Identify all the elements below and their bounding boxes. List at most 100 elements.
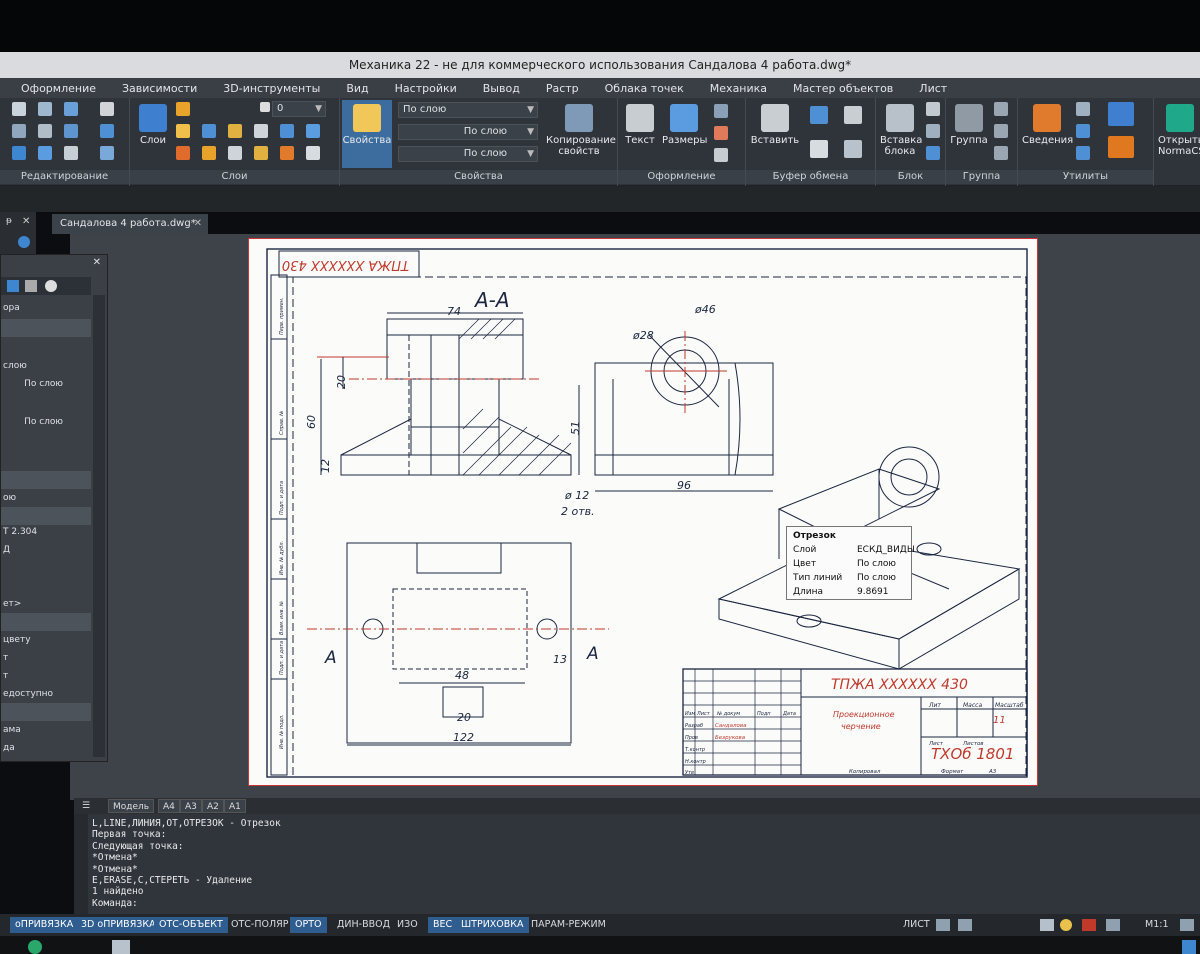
app-icon[interactable] bbox=[112, 940, 130, 954]
toggle-dyn-input[interactable]: ДИН-ВВОД bbox=[332, 917, 395, 933]
offset-icon[interactable] bbox=[38, 146, 52, 160]
select-icon[interactable] bbox=[1076, 102, 1090, 116]
table-icon[interactable] bbox=[714, 148, 728, 162]
prop-row[interactable]: т bbox=[1, 649, 91, 667]
scale-icon[interactable] bbox=[100, 124, 114, 138]
drawing-sheet[interactable]: ТПЖА XXXXXX 430 А-А 74 20 60 12 ø28 ø46 … bbox=[248, 238, 1038, 786]
group-edit-icon[interactable] bbox=[994, 124, 1008, 138]
mirror-icon[interactable] bbox=[38, 124, 52, 138]
quick-select-icon[interactable] bbox=[1108, 102, 1134, 126]
text-button[interactable]: Текст bbox=[622, 104, 658, 146]
menu-item[interactable]: 3D-инструменты bbox=[210, 82, 333, 95]
grid-icon[interactable] bbox=[936, 919, 950, 931]
layer-delete-icon[interactable] bbox=[280, 146, 294, 160]
flag-icon[interactable] bbox=[1082, 919, 1096, 931]
markup-icon[interactable] bbox=[714, 126, 728, 140]
prop-row[interactable]: ора bbox=[1, 299, 91, 317]
group-button[interactable]: Группа bbox=[950, 104, 988, 146]
help-icon[interactable] bbox=[18, 236, 30, 248]
annotation-icon[interactable] bbox=[1040, 919, 1054, 931]
menu-item[interactable]: Облака точек bbox=[592, 82, 697, 95]
rotate-icon[interactable] bbox=[38, 102, 52, 116]
open-normacs-button[interactable]: Открыть NormaCS bbox=[1158, 104, 1200, 157]
linetype-select[interactable]: По слою ▼ bbox=[398, 124, 538, 140]
layout-tab-a4[interactable]: А4 bbox=[158, 799, 180, 813]
stretch-icon[interactable] bbox=[12, 146, 26, 160]
snap-icon[interactable] bbox=[958, 919, 972, 931]
lock-icon[interactable] bbox=[228, 124, 242, 138]
properties-panel[interactable]: ✕ ора слою По слою По слою ою Т 2.304 Д … bbox=[0, 254, 108, 762]
layout-tab-a2[interactable]: А2 bbox=[202, 799, 224, 813]
copy-base-icon[interactable] bbox=[844, 140, 862, 158]
toggle-ortho[interactable]: ОРТО bbox=[290, 917, 327, 933]
close-icon[interactable]: ✕ bbox=[22, 216, 30, 227]
cut-icon[interactable] bbox=[810, 106, 828, 124]
quick-select-icon[interactable] bbox=[25, 280, 37, 292]
leader-icon[interactable] bbox=[714, 104, 728, 118]
layers-button[interactable]: Слои bbox=[136, 104, 170, 146]
block-edit-icon[interactable] bbox=[926, 124, 940, 138]
layer-off-icon[interactable] bbox=[176, 146, 190, 160]
toggle-param-mode[interactable]: ПАРАМ-РЕЖИМ bbox=[526, 917, 611, 933]
prop-row[interactable]: цвету bbox=[1, 631, 91, 649]
lightbulb-icon[interactable] bbox=[1060, 919, 1072, 931]
array-icon[interactable] bbox=[64, 146, 78, 160]
menu-item[interactable]: Вид bbox=[333, 82, 381, 95]
prop-row[interactable] bbox=[1, 395, 91, 413]
workspace-icon[interactable] bbox=[1106, 919, 1120, 931]
document-tab[interactable]: Сандалова 4 работа.dwg* ✕ bbox=[52, 214, 208, 234]
prop-row[interactable]: т bbox=[1, 667, 91, 685]
menu-item[interactable]: Мастер объектов bbox=[780, 82, 906, 95]
toggle-osnap[interactable]: оПРИВЯЗКА bbox=[10, 917, 79, 933]
color-select[interactable]: По слою ▼ bbox=[398, 102, 538, 118]
layout-tab-a3[interactable]: А3 bbox=[180, 799, 202, 813]
toggle-3d-osnap[interactable]: 3D оПРИВЯЗКА bbox=[76, 917, 161, 933]
purge-icon[interactable] bbox=[1108, 136, 1134, 158]
attribute-icon[interactable] bbox=[926, 146, 940, 160]
layout-menu-icon[interactable]: ☰ bbox=[78, 799, 95, 813]
scale-indicator[interactable]: M1:1 bbox=[1140, 917, 1174, 933]
prop-row[interactable]: слою bbox=[1, 357, 91, 375]
toggle-iso[interactable]: ИЗО bbox=[392, 917, 423, 933]
layout-tab-model[interactable]: Модель bbox=[108, 799, 155, 813]
copy-link-icon[interactable] bbox=[844, 106, 862, 124]
copy-icon[interactable] bbox=[12, 124, 26, 138]
command-prompt[interactable]: Команда: bbox=[92, 898, 1200, 909]
layer-state-icon[interactable] bbox=[202, 124, 216, 138]
prop-row[interactable]: да bbox=[1, 739, 91, 757]
prop-row[interactable]: едоступно bbox=[1, 685, 91, 703]
copy-properties-button[interactable]: Копирование свойств bbox=[546, 104, 616, 157]
eye-icon[interactable] bbox=[306, 146, 320, 160]
dimensions-button[interactable]: Размеры bbox=[662, 104, 707, 146]
layer-match-icon[interactable] bbox=[306, 124, 320, 138]
prop-row[interactable]: По слою bbox=[1, 413, 91, 431]
panel-scrollbar[interactable] bbox=[93, 295, 105, 757]
prop-row[interactable]: Д bbox=[1, 541, 91, 559]
toggle-lineweight[interactable]: ВЕС bbox=[428, 917, 458, 933]
command-line[interactable]: L,LINE,ЛИНИЯ,ОТ,ОТРЕЗОК - Отрезок Первая… bbox=[74, 814, 1200, 914]
menu-item[interactable]: Лист bbox=[906, 82, 960, 95]
properties-button[interactable]: Свойства bbox=[342, 100, 392, 168]
toggle-hatch[interactable]: ШТРИХОВКА bbox=[456, 917, 529, 933]
select-objects-icon[interactable] bbox=[7, 280, 19, 292]
prop-row[interactable]: ама bbox=[1, 721, 91, 739]
layer-select[interactable]: 0 ▼ bbox=[272, 101, 326, 117]
cursor-icon[interactable] bbox=[1076, 124, 1090, 138]
prop-row[interactable]: По слою bbox=[1, 375, 91, 393]
menu-item[interactable]: Вывод bbox=[470, 82, 533, 95]
lineweight-select[interactable]: По слою ▼ bbox=[398, 146, 538, 162]
close-tab-icon[interactable]: ✕ bbox=[194, 214, 202, 234]
toggle-otrack[interactable]: ОТС-ОБЪЕКТ bbox=[154, 917, 228, 933]
isolate-icon[interactable] bbox=[254, 124, 268, 138]
layout-tab-a1[interactable]: А1 bbox=[224, 799, 246, 813]
app-icon[interactable] bbox=[28, 940, 42, 954]
ungroup-icon[interactable] bbox=[994, 102, 1008, 116]
menu-item[interactable]: Оформление bbox=[8, 82, 109, 95]
block-create-icon[interactable] bbox=[926, 102, 940, 116]
prop-row[interactable]: ет> bbox=[1, 595, 91, 613]
copy-clip-icon[interactable] bbox=[810, 140, 828, 158]
prop-section[interactable] bbox=[1, 703, 91, 721]
prop-section[interactable] bbox=[1, 319, 91, 337]
erase-icon[interactable] bbox=[100, 102, 114, 116]
settings-icon[interactable] bbox=[1180, 919, 1194, 931]
